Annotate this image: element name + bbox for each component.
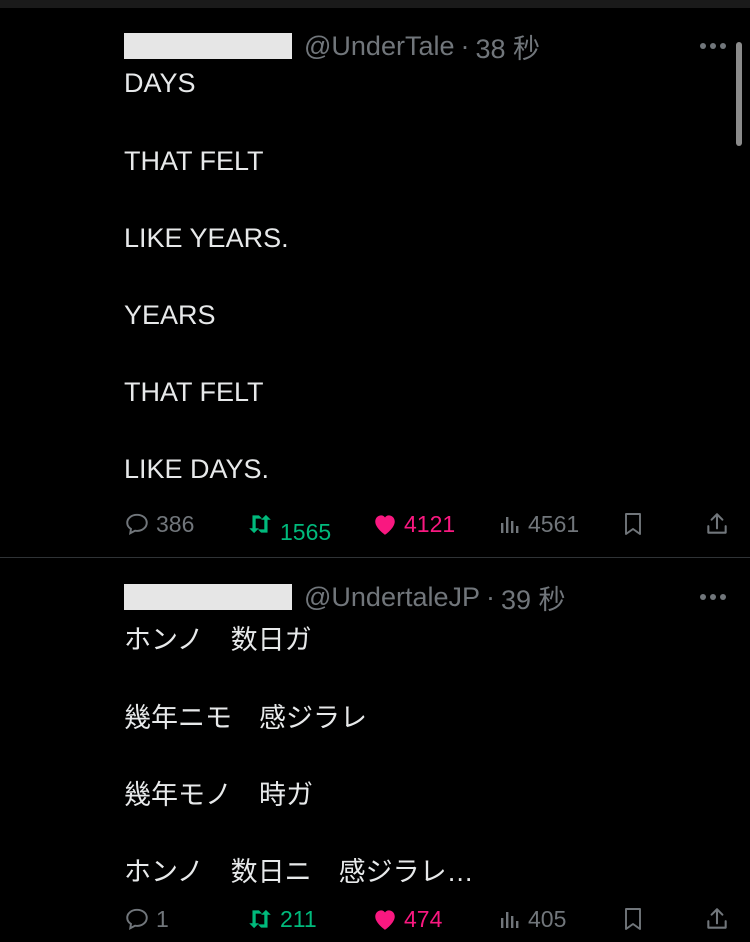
user-handle[interactable]: @UnderTale	[304, 31, 454, 62]
heart-icon	[375, 910, 395, 930]
reply-button[interactable]: 386	[124, 508, 194, 540]
share-button[interactable]	[704, 903, 730, 935]
view-count: 4561	[528, 510, 580, 537]
tweet-text-line: LIKE DAYS.	[124, 454, 270, 484]
tweet-text-line: YEARS	[124, 300, 216, 330]
bookmark-button[interactable]	[621, 903, 645, 935]
redacted-display-name	[124, 584, 292, 610]
views-button[interactable]: 405	[498, 903, 566, 935]
heart-icon	[375, 515, 395, 535]
retweet-count: 211	[280, 905, 317, 932]
tweet[interactable]: @UnderTale · 38 秒 DAYS THAT FELT LIKE YE…	[0, 0, 750, 558]
timestamp[interactable]: 38 秒	[475, 27, 540, 66]
like-button[interactable]: 474	[372, 903, 442, 935]
like-count: 4121	[404, 510, 456, 537]
views-button[interactable]: 4561	[498, 508, 579, 540]
tweet-actions: 1 211 474 405	[124, 903, 730, 935]
more-icon[interactable]	[698, 582, 728, 612]
tweet-text-line: ホンノ 数日ニ 感ジラレ…	[124, 857, 474, 887]
separator-dot: ·	[486, 581, 495, 612]
tweet-actions: 386 1565 4121 4561	[124, 508, 730, 545]
tweet-header: @UnderTale · 38 秒	[124, 30, 540, 64]
tweet-text-line: LIKE YEARS.	[124, 223, 289, 253]
redacted-display-name	[124, 33, 292, 59]
retweet-button[interactable]: 1565	[246, 508, 331, 545]
bookmark-icon	[625, 513, 641, 535]
timeline-feed: @UnderTale · 38 秒 DAYS THAT FELT LIKE YE…	[0, 0, 750, 942]
retweet-button[interactable]: 211	[246, 903, 317, 935]
tweet-text-line: THAT FELT	[124, 377, 264, 407]
tweet-text-line: 幾年モノ 時ガ	[124, 780, 313, 810]
tweet-text-line: THAT FELT	[124, 146, 264, 176]
reply-button[interactable]: 1	[124, 903, 169, 935]
like-count: 474	[404, 905, 443, 932]
tweet-text-line: ホンノ 数日ガ	[124, 625, 312, 655]
tweet-header: @UndertaleJP · 39 秒	[124, 581, 566, 615]
bookmark-icon	[625, 908, 641, 930]
reply-count: 1	[156, 905, 169, 932]
share-button[interactable]	[704, 508, 730, 540]
reply-icon	[126, 513, 148, 535]
share-icon	[707, 908, 727, 929]
reply-icon	[126, 908, 148, 930]
retweet-count: 1565	[280, 518, 332, 545]
views-icon	[501, 912, 519, 928]
share-icon	[707, 513, 727, 534]
tweet-text-line: DAYS	[124, 68, 196, 98]
tweet-text-line: 幾年ニモ 感ジラレ	[124, 703, 367, 733]
retweet-icon	[249, 909, 271, 929]
separator-dot: ·	[460, 30, 470, 61]
view-count: 405	[528, 905, 567, 932]
views-icon	[501, 517, 519, 533]
like-button[interactable]: 4121	[372, 508, 455, 540]
user-handle[interactable]: @UndertaleJP	[304, 582, 480, 613]
more-icon[interactable]	[698, 31, 728, 61]
reply-count: 386	[156, 510, 195, 537]
retweet-icon	[249, 514, 271, 534]
timestamp[interactable]: 39 秒	[501, 578, 566, 617]
tweet[interactable]: @UndertaleJP · 39 秒 ホンノ 数日ガ 幾年ニモ 感ジラレ 幾年…	[0, 558, 750, 942]
bookmark-button[interactable]	[621, 508, 645, 540]
